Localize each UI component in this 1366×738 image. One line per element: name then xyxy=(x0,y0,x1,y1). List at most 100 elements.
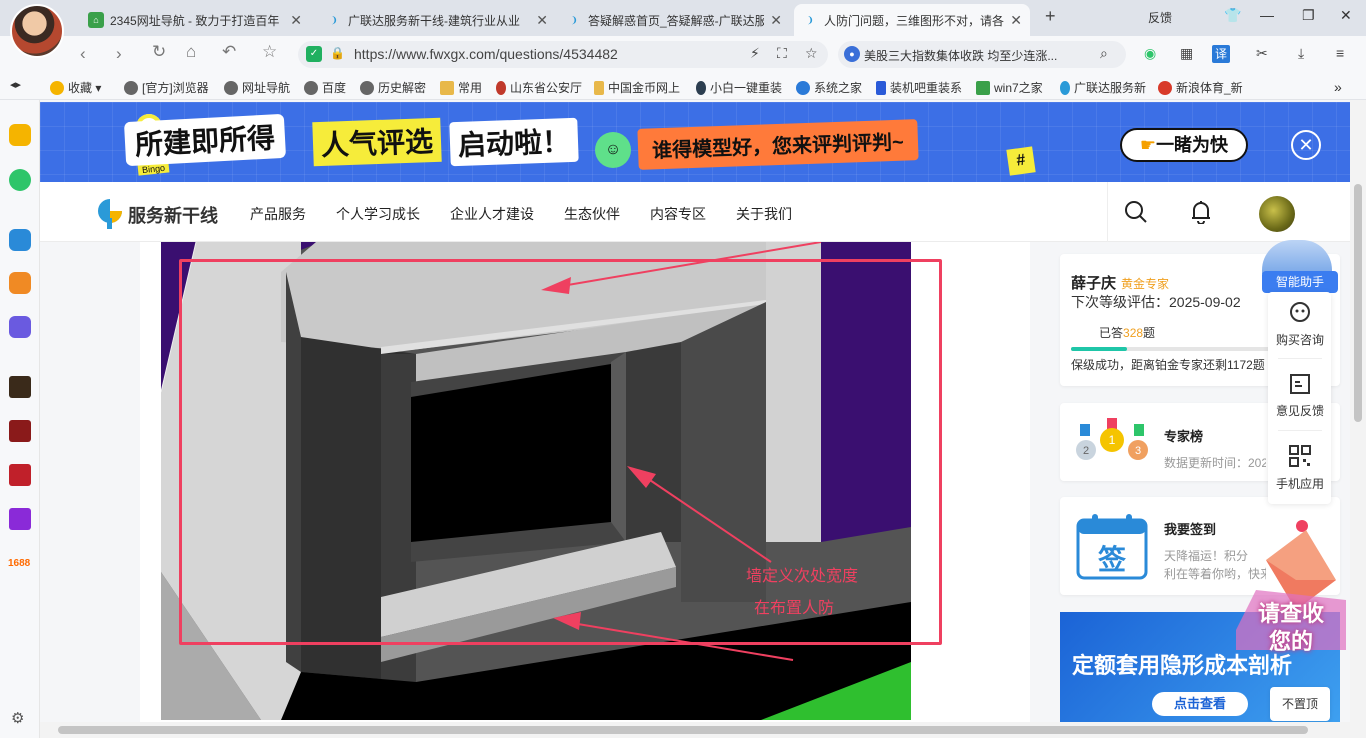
close-icon[interactable]: ✕ xyxy=(770,12,782,29)
clock-icon[interactable] xyxy=(9,169,31,191)
tab-title: 人防门问题，三维图形不对，请各 xyxy=(824,13,1005,28)
bookmark-favorites[interactable]: 收藏 ▾ xyxy=(50,79,101,96)
bookmark-item[interactable]: 山东省公安厅 xyxy=(496,79,582,96)
refresh-icon[interactable]: ↻ xyxy=(152,42,166,62)
undo-icon[interactable]: ↶ xyxy=(222,42,236,62)
header-divider xyxy=(1107,182,1108,242)
apps-grid-icon[interactable]: ▦ xyxy=(1180,45,1193,62)
xitong-icon xyxy=(796,80,810,95)
eye-care-icon[interactable]: ◉ xyxy=(1144,45,1156,62)
gamepad-icon[interactable] xyxy=(9,316,31,338)
bookmark-item[interactable]: 广联达服务新 xyxy=(1060,79,1146,96)
screenshot-icon[interactable]: ⛶ xyxy=(777,45,787,62)
close-icon[interactable]: ✕ xyxy=(536,12,548,29)
site-logo-text[interactable]: 服务新干线 xyxy=(128,202,218,228)
horizontal-scrollbar[interactable] xyxy=(40,722,1350,738)
opinion-feedback-button[interactable]: 意见反馈 xyxy=(1270,402,1330,419)
favorites-star-icon[interactable] xyxy=(9,124,31,146)
globe-icon xyxy=(304,80,318,95)
tab-glodon-home[interactable]: ❩ 广联达服务新干线-建筑行业从业 ✕ xyxy=(318,4,556,36)
unpin-top-button[interactable]: 不置顶 xyxy=(1270,687,1330,721)
nav-content-zone[interactable]: 内容专区 xyxy=(650,204,706,224)
qr-code-icon xyxy=(1289,445,1311,467)
new-tab-button[interactable]: + xyxy=(1045,6,1056,27)
scrollbar-thumb[interactable] xyxy=(1354,184,1362,422)
settings-gear-icon[interactable]: ⚙ xyxy=(11,709,24,727)
close-icon[interactable]: ✕ xyxy=(1010,12,1022,29)
nav-product-services[interactable]: 产品服务 xyxy=(250,204,306,224)
sidebar-toggle-icon[interactable]: ◂▸ xyxy=(10,78,21,91)
purchase-consult-button[interactable]: 购买咨询 xyxy=(1270,331,1330,348)
expert-rank-title[interactable]: 专家榜 xyxy=(1164,426,1203,445)
menu-icon[interactable]: ≡ xyxy=(1336,45,1344,61)
restore-icon[interactable]: ❐ xyxy=(1302,7,1315,24)
bookmark-star-icon[interactable]: ☆ xyxy=(805,45,818,62)
news-ticker[interactable]: 美股三大指数集体收跌 均至少连涨... xyxy=(864,47,1094,64)
scissors-icon[interactable]: ✂ xyxy=(1256,45,1268,62)
scrollbar-thumb[interactable] xyxy=(58,726,1308,734)
banner-close-button[interactable]: ✕ xyxy=(1291,130,1321,160)
game-dragon-icon[interactable] xyxy=(9,508,31,530)
panel-divider xyxy=(1278,430,1322,431)
lightning-icon[interactable]: ⚡ xyxy=(750,45,760,62)
game-long2-icon[interactable] xyxy=(9,420,31,442)
star-list-icon[interactable]: ☆ xyxy=(262,42,277,62)
bookmark-item[interactable]: 系统之家 xyxy=(796,79,862,96)
nav-about-us[interactable]: 关于我们 xyxy=(736,204,792,224)
shield-icon: ✓ xyxy=(306,46,322,62)
banner-text-1: 所建即所得 xyxy=(123,113,287,167)
close-window-icon[interactable]: ✕ xyxy=(1340,7,1352,24)
globe-icon xyxy=(124,80,138,95)
feedback-link[interactable]: 反馈 xyxy=(1148,9,1172,26)
level-progress-bar xyxy=(1071,347,1271,351)
toolbox-icon[interactable] xyxy=(9,229,31,251)
site-logo-icon[interactable] xyxy=(95,196,125,230)
bookmark-item[interactable]: 网址导航 xyxy=(224,79,290,96)
nav-enterprise-talent[interactable]: 企业人才建设 xyxy=(450,204,534,224)
banner-text-3: 启动啦！ xyxy=(449,117,579,167)
user-avatar[interactable] xyxy=(1259,196,1295,232)
home-icon[interactable]: ⌂ xyxy=(186,42,196,62)
banner-cta-button[interactable]: ☛一睹为快 xyxy=(1120,128,1248,162)
promo-view-button[interactable]: 点击查看 xyxy=(1152,692,1248,716)
user-avatar[interactable] xyxy=(10,4,64,58)
back-icon[interactable]: ‹ xyxy=(80,44,86,64)
close-icon[interactable]: ✕ xyxy=(290,12,302,29)
expert-name[interactable]: 薛子庆 xyxy=(1071,272,1116,293)
bookmark-item[interactable]: 新浪体育_新 xyxy=(1158,79,1244,96)
bookmark-item[interactable]: win7之家 xyxy=(976,79,1043,96)
bookmark-item[interactable]: 百度 xyxy=(304,79,346,96)
tab-current-question[interactable]: ❩ 人防门问题，三维图形不对，请各 ✕ xyxy=(794,4,1030,36)
gift-coupon-text[interactable]: 请查收 您的 xyxy=(1236,600,1346,662)
minimize-icon[interactable]: — xyxy=(1260,7,1274,23)
game-fuli-icon[interactable] xyxy=(9,464,31,486)
sign-in-title[interactable]: 我要签到 xyxy=(1164,519,1216,538)
bookmark-folder[interactable]: 常用 xyxy=(440,79,482,96)
headset-icon xyxy=(1290,302,1310,322)
download-icon[interactable]: ⤓ xyxy=(1298,45,1304,62)
glodon-logo-icon xyxy=(1060,80,1070,95)
tools-icon[interactable] xyxy=(9,272,31,294)
nav-ecosystem-partners[interactable]: 生态伙伴 xyxy=(564,204,620,224)
bookmark-item[interactable]: 小白一键重装 xyxy=(696,79,782,96)
bookmark-item[interactable]: 历史解密 xyxy=(360,79,426,96)
bell-icon[interactable] xyxy=(1190,200,1212,224)
game-long-icon[interactable] xyxy=(9,376,31,398)
nav-personal-learning[interactable]: 个人学习成长 xyxy=(336,204,420,224)
smart-assistant-button[interactable]: 智能助手 xyxy=(1262,271,1338,293)
tab-2345[interactable]: ⌂ 2345网址导航 - 致力于打造百年 ✕ xyxy=(80,4,310,36)
translate-icon[interactable]: 译 xyxy=(1212,45,1230,63)
bookmark-item[interactable]: 中国金币网上 xyxy=(594,79,680,96)
shirt-skin-icon[interactable]: 👕 xyxy=(1224,7,1241,24)
1688-icon[interactable]: 1688 xyxy=(8,558,30,569)
mobile-app-button[interactable]: 手机应用 xyxy=(1270,475,1330,492)
bookmark-item[interactable]: 装机吧重装系 xyxy=(876,79,962,96)
forward-icon[interactable]: › xyxy=(116,44,122,64)
search-icon[interactable]: ⌕ xyxy=(1100,45,1108,62)
url-text[interactable]: https://www.fwxgx.com/questions/4534482 xyxy=(354,46,618,62)
bookmark-item[interactable]: [官方]浏览器 xyxy=(124,79,210,96)
vertical-scrollbar[interactable] xyxy=(1350,100,1366,738)
tab-qa-home[interactable]: ❩ 答疑解惑首页_答疑解惑-广联达服 ✕ xyxy=(558,4,790,36)
more-bookmarks-icon[interactable]: » xyxy=(1334,79,1342,95)
search-icon[interactable] xyxy=(1124,200,1148,224)
